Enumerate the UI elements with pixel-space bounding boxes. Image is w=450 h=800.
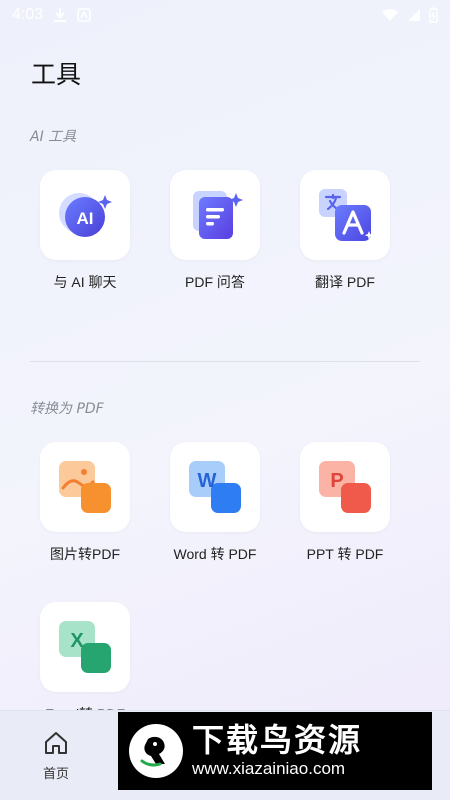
excel-to-pdf-icon: X [59,621,111,673]
tool-translate-pdf[interactable]: 翻译 PDF [300,170,390,292]
word-to-pdf-icon: W [189,461,241,513]
watermark-url: www.xiazainiao.com [192,759,346,778]
nav-home-label: 首页 [42,767,69,782]
tool-tile[interactable]: W [170,442,260,532]
watermark-banner: 下载鸟资源 www.xiazainiao.com [118,712,432,790]
tool-tile[interactable] [170,170,260,260]
tool-label: 图片转PDF [50,546,120,562]
tool-tile[interactable] [40,442,130,532]
section-label-convert: 转换为 PDF [30,401,104,417]
status-time: 4:03 [12,6,44,23]
section-label-ai-tools: AI 工具 [30,129,77,145]
pdf-qa-icon [193,191,243,239]
svg-text:W: W [198,470,217,492]
tool-excel-to-pdf[interactable]: X Excel转 PDF [40,602,130,724]
tool-ai-chat[interactable]: AI 与 AI 聊天 [40,170,130,292]
bird-logo-icon [129,724,183,778]
home-icon [45,732,67,754]
ai-chat-icon: AI [59,193,112,237]
tool-label: 翻译 PDF [315,274,375,290]
tool-label: PDF 问答 [185,274,245,290]
wifi-icon [382,8,398,21]
section-divider [30,361,420,362]
svg-text:P: P [330,470,343,492]
tool-label: 与 AI 聊天 [53,274,117,290]
image-to-pdf-icon [59,461,111,513]
tool-tile[interactable] [300,170,390,260]
tool-image-to-pdf[interactable]: 图片转PDF [40,442,130,564]
tool-tile[interactable]: X [40,602,130,692]
tool-label: PPT 转 PDF [306,546,384,562]
app-icon [77,8,91,22]
tool-word-to-pdf[interactable]: W Word 转 PDF [170,442,260,564]
tool-tile[interactable]: P [300,442,390,532]
signal-icon [408,9,420,21]
watermark-title: 下载鸟资源 [192,721,363,759]
tool-label: Word 转 PDF [173,546,257,562]
svg-text:AI: AI [77,209,94,228]
translate-icon [319,189,374,241]
status-bar: 4:03 [0,0,450,30]
tool-pdf-qa[interactable]: PDF 问答 [170,170,260,292]
download-icon [54,8,67,22]
nav-home[interactable]: 首页 [36,729,76,782]
battery-icon [429,7,438,23]
ppt-to-pdf-icon: P [319,461,371,513]
tool-ppt-to-pdf[interactable]: P PPT 转 PDF [300,442,390,564]
page-title: 工具 [31,60,82,89]
tool-tile[interactable]: AI [40,170,130,260]
svg-text:X: X [70,630,84,652]
